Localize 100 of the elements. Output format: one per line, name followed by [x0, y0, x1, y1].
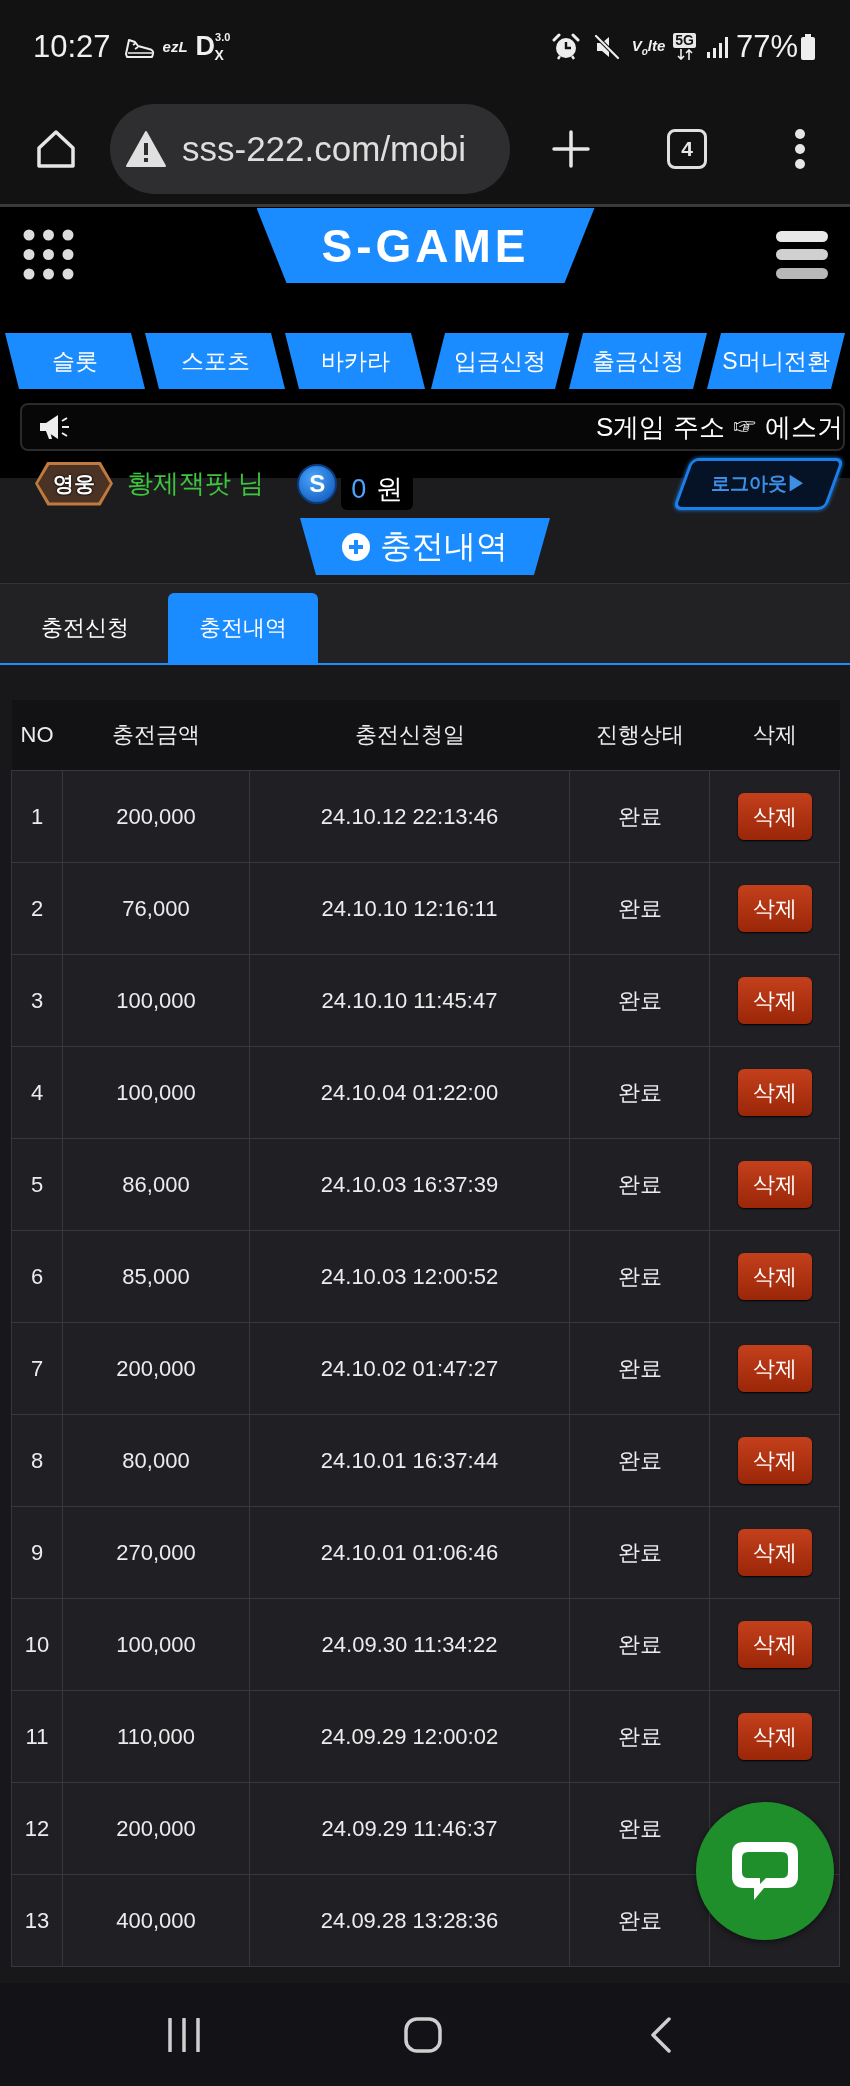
table-cell: 24.10.02 01:47:27 — [249, 1322, 570, 1415]
game-menu-tab[interactable]: 바카라 — [285, 333, 425, 389]
table-cell: 76,000 — [62, 862, 250, 955]
table-cell: 2 — [11, 862, 63, 955]
tab-switcher-button[interactable]: 4 — [667, 128, 707, 169]
table-cell: 11 — [11, 1690, 63, 1783]
mute-icon — [593, 33, 620, 60]
column-header: NO — [11, 700, 63, 771]
table-cell: 완료 — [569, 954, 710, 1047]
apps-grid-icon[interactable] — [22, 228, 75, 281]
table-cell: 7 — [11, 1322, 63, 1415]
column-header: 진행상태 — [569, 700, 710, 771]
table-cell: 5 — [11, 1138, 63, 1231]
table-cell: 1 — [11, 770, 63, 863]
clock-time: 10:27 — [33, 28, 111, 65]
table-cell: 200,000 — [62, 1782, 250, 1875]
table-cell: 완료 — [569, 1138, 710, 1231]
table-cell: 완료 — [569, 770, 710, 863]
delete-button[interactable]: 삭제 — [737, 1069, 812, 1116]
delete-button[interactable]: 삭제 — [737, 1161, 812, 1208]
table-cell: 24.10.01 16:37:44 — [249, 1414, 570, 1507]
signal-icon — [705, 35, 728, 58]
delete-button[interactable]: 삭제 — [737, 793, 812, 840]
account-menu-tab[interactable]: 입금신청 — [431, 333, 569, 389]
home-icon[interactable] — [35, 127, 77, 170]
column-header: 충전금액 — [62, 700, 250, 771]
table-cell: 100,000 — [62, 954, 250, 1047]
table-cell: 24.09.28 13:28:36 — [249, 1874, 570, 1967]
table-cell: 완료 — [569, 1598, 710, 1691]
data-transfer-icon — [676, 49, 693, 60]
battery-level: 77% — [735, 28, 798, 65]
table-cell: 24.10.04 01:22:00 — [249, 1046, 570, 1139]
table-cell: 100,000 — [62, 1598, 250, 1691]
megaphone-icon — [38, 413, 70, 441]
table-cell: 200,000 — [62, 1322, 250, 1415]
plus-icon[interactable] — [552, 129, 590, 168]
plus-circle-icon — [342, 532, 370, 561]
network-label: V$_{o}$lte — [631, 36, 666, 57]
table-cell: 24.09.29 11:46:37 — [249, 1782, 570, 1875]
table-cell: 완료 — [569, 1690, 710, 1783]
table-cell: 완료 — [569, 1506, 710, 1599]
table-cell: 200,000 — [62, 770, 250, 863]
back-icon[interactable] — [650, 2016, 672, 2053]
recent-apps-icon[interactable] — [167, 2017, 201, 2052]
table-cell: 24.10.01 01:06:46 — [249, 1506, 570, 1599]
table-cell: 110,000 — [62, 1690, 250, 1783]
column-header: 삭제 — [709, 700, 840, 771]
delete-button[interactable]: 삭제 — [737, 1529, 812, 1576]
table-cell: 24.10.10 12:16:11 — [249, 862, 570, 955]
delete-button[interactable]: 삭제 — [737, 1345, 812, 1392]
table-cell: 24.10.12 22:13:46 — [249, 770, 570, 863]
delete-button[interactable]: 삭제 — [737, 1437, 812, 1484]
table-cell: 100,000 — [62, 1046, 250, 1139]
delete-button[interactable]: 삭제 — [737, 1621, 812, 1668]
account-menu-tab[interactable]: S머니전환 — [707, 333, 845, 389]
level-badge: 영웅 — [35, 461, 113, 506]
delete-button[interactable]: 삭제 — [737, 977, 812, 1024]
network-type-label: 5G — [673, 33, 696, 48]
table-cell: 12 — [11, 1782, 63, 1875]
table-cell: 24.10.03 12:00:52 — [249, 1230, 570, 1323]
table-cell: 24.10.03 16:37:39 — [249, 1138, 570, 1231]
delete-button[interactable]: 삭제 — [737, 1713, 812, 1760]
table-cell: 24.09.29 12:00:02 — [249, 1690, 570, 1783]
table-cell: 24.09.30 11:34:22 — [249, 1598, 570, 1691]
game-menu-tab[interactable]: 슬롯 — [5, 333, 145, 389]
table-cell: 85,000 — [62, 1230, 250, 1323]
tab[interactable]: 충전신청 — [10, 593, 160, 663]
table-cell: 10 — [11, 1598, 63, 1691]
table-cell: 400,000 — [62, 1874, 250, 1967]
balance-amount: 0 — [351, 473, 367, 505]
more-icon[interactable] — [794, 128, 806, 169]
table-cell: 4 — [11, 1046, 63, 1139]
currency-label: 원 — [376, 473, 404, 506]
delete-button[interactable]: 삭제 — [737, 885, 812, 932]
table-cell: 270,000 — [62, 1506, 250, 1599]
username: 황제잭팟 님 — [127, 467, 265, 500]
battery-icon — [801, 33, 815, 60]
menu-icon[interactable] — [776, 231, 828, 279]
table-cell: 3 — [11, 954, 63, 1047]
table-cell: 8 — [11, 1414, 63, 1507]
charge-history-button[interactable]: 충전내역 — [300, 518, 550, 575]
table-cell: 완료 — [569, 1414, 710, 1507]
table-cell: 6 — [11, 1230, 63, 1323]
home-button-icon[interactable] — [404, 2016, 442, 2053]
site-logo[interactable]: S-GAME — [256, 208, 595, 283]
logout-button[interactable]: 로그아웃▶ — [672, 457, 845, 510]
speech-bubble-icon — [732, 1842, 798, 1900]
tab[interactable]: 충전내역 — [168, 593, 318, 663]
alarm-icon — [551, 32, 580, 61]
delete-button[interactable]: 삭제 — [737, 1253, 812, 1300]
account-menu-tab[interactable]: 출금신청 — [569, 333, 707, 389]
table-cell: 완료 — [569, 1322, 710, 1415]
notice-text: S게임 주소 ☞ 에스거 — [595, 410, 843, 444]
address-bar[interactable]: sss-222.com/mobi — [110, 103, 510, 194]
table-cell: 완료 — [569, 1046, 710, 1139]
table-cell: 완료 — [569, 862, 710, 955]
table-cell: 24.10.10 11:45:47 — [249, 954, 570, 1047]
game-menu-tab[interactable]: 스포츠 — [145, 333, 285, 389]
coin-symbol: S — [297, 463, 338, 504]
table-cell: 완료 — [569, 1874, 710, 1967]
